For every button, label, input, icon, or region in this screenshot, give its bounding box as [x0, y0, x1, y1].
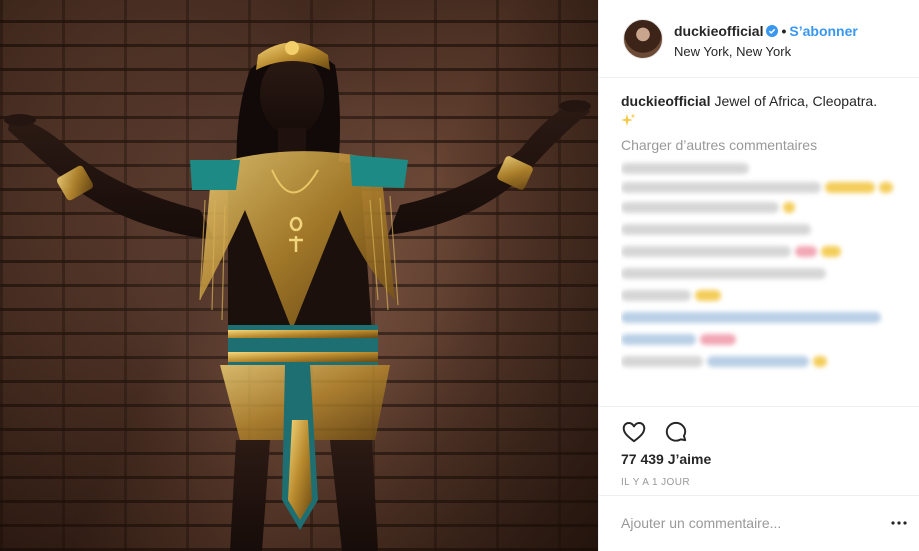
blurred-comment: [621, 353, 901, 369]
header-username[interactable]: duckieofficial: [674, 23, 763, 39]
post-photo-illustration: [4, 41, 591, 551]
comment-input[interactable]: [621, 512, 861, 534]
blurred-comment: [621, 199, 901, 215]
ellipsis-icon[interactable]: [890, 514, 908, 532]
heart-icon[interactable]: [621, 419, 647, 445]
sparkles-icon: [621, 113, 636, 126]
load-more-comments-button[interactable]: Charger d’autres commentaires: [621, 136, 901, 154]
post-timestamp[interactable]: IL Y A 1 JOUR: [621, 477, 690, 488]
blurred-comment: [621, 287, 901, 303]
caption-username[interactable]: duckieofficial: [621, 93, 710, 109]
post-actions: 77 439 J’aime IL Y A 1 JOUR: [599, 406, 919, 488]
avatar[interactable]: [623, 19, 663, 59]
blurred-comment: [621, 221, 901, 237]
post-header: duckieofficial • S’abonner New York, New Y…: [599, 0, 919, 78]
header-user-line: duckieofficial • S’abonner: [674, 22, 858, 40]
blurred-comment: [621, 309, 901, 325]
comments-list[interactable]: duckieofficial Jewel of Africa, Cleopatra…: [621, 91, 901, 401]
likes-count[interactable]: 77 439 J’aime: [621, 451, 711, 467]
blurred-comment: [621, 331, 901, 347]
header-separator: •: [781, 23, 787, 39]
add-comment-bar: [599, 495, 919, 551]
location-link[interactable]: New York, New York: [674, 44, 791, 59]
post-photo[interactable]: [0, 0, 598, 551]
blurred-comment: [621, 182, 901, 193]
comment-bubble-icon[interactable]: [663, 419, 689, 445]
blurred-comment: [621, 243, 901, 259]
follow-button[interactable]: S’abonner: [789, 23, 857, 39]
action-icons: [621, 419, 689, 445]
verified-badge-icon: [766, 25, 779, 37]
caption-text: Jewel of Africa, Cleopatra.: [714, 93, 878, 109]
blurred-comment: [621, 265, 901, 281]
blurred-comment: [621, 160, 901, 176]
post-side-panel: duckieofficial • S’abonner New York, New Y…: [598, 0, 919, 551]
post-caption: duckieofficial Jewel of Africa, Cleopatra…: [621, 91, 901, 131]
